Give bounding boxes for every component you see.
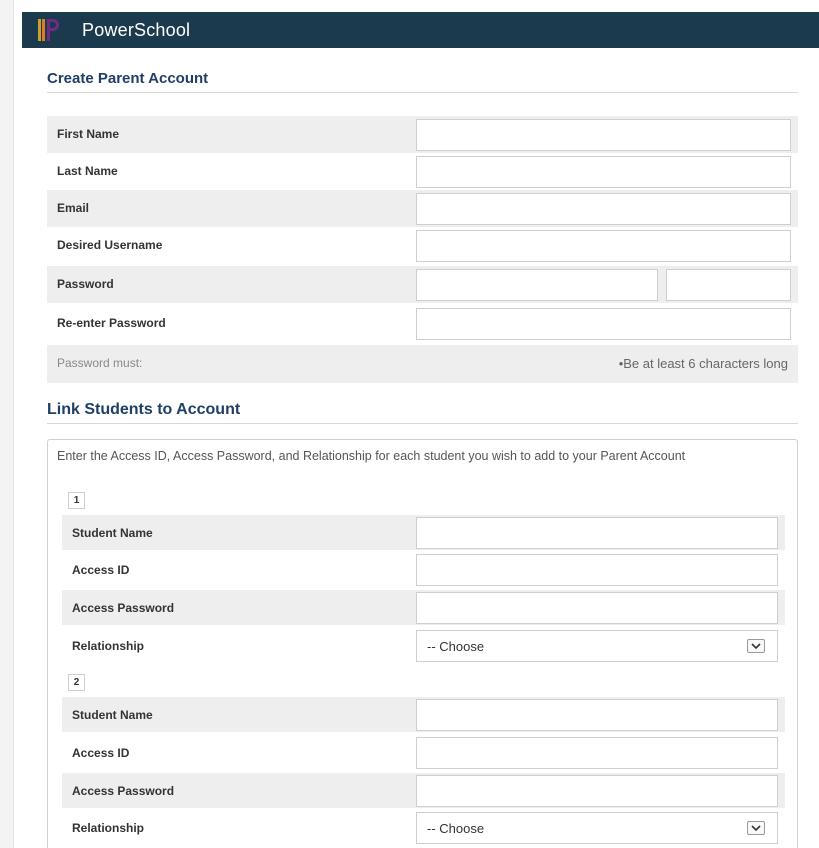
desired-username-label: Desired Username (57, 238, 163, 252)
student-name-label: Student Name (72, 708, 153, 722)
email-input[interactable] (416, 193, 791, 225)
chevron-down-icon[interactable] (747, 821, 765, 835)
access-id-input[interactable] (416, 554, 778, 586)
password-label: Password (57, 277, 114, 291)
access-password-label: Access Password (72, 601, 175, 615)
app-header: PowerSchool (22, 12, 819, 48)
student-name-input[interactable] (416, 517, 778, 549)
relationship-select[interactable]: -- Choose (416, 630, 778, 662)
access-id-label: Access ID (72, 746, 130, 760)
access-password-label: Access Password (72, 784, 175, 798)
last-name-label: Last Name (57, 164, 118, 178)
link-students-panel: Enter the Access ID, Access Password, an… (47, 439, 798, 848)
create-account-title: Create Parent Account (47, 70, 209, 87)
left-gutter (0, 0, 14, 848)
password-rule-text: •Be at least 6 characters long (618, 356, 788, 371)
chevron-down-icon[interactable] (747, 639, 765, 653)
reenter-password-label: Re-enter Password (57, 316, 166, 330)
section-divider (47, 92, 798, 93)
access-id-label: Access ID (72, 563, 130, 577)
student-name-input[interactable] (416, 699, 778, 731)
relationship-select[interactable]: -- Choose (416, 812, 778, 844)
desired-username-input[interactable] (416, 230, 791, 262)
relationship-selected-value: -- Choose (427, 821, 485, 836)
relationship-label: Relationship (72, 821, 145, 835)
student-number-badge: 2 (68, 674, 85, 691)
powerschool-logo-icon (38, 19, 59, 41)
access-password-input[interactable] (416, 592, 778, 624)
relationship-selected-value: -- Choose (427, 639, 485, 654)
student-name-label: Student Name (72, 526, 153, 540)
student-number-badge: 1 (68, 492, 85, 509)
link-students-instructions: Enter the Access ID, Access Password, an… (57, 449, 686, 463)
password-strength-field[interactable] (666, 269, 791, 301)
reenter-password-input[interactable] (416, 308, 791, 340)
password-rules-row: Password must: •Be at least 6 characters… (47, 345, 798, 383)
access-password-input[interactable] (416, 775, 778, 807)
first-name-input[interactable] (416, 119, 791, 151)
access-id-input[interactable] (416, 737, 778, 769)
password-rules-label: Password must: (57, 356, 143, 370)
brand-name: PowerSchool (82, 20, 191, 40)
relationship-label: Relationship (72, 639, 145, 653)
section-divider (47, 423, 798, 424)
first-name-label: First Name (57, 127, 120, 141)
link-students-title: Link Students to Account (47, 401, 241, 418)
last-name-input[interactable] (416, 156, 791, 188)
password-input[interactable] (416, 269, 658, 301)
email-label: Email (57, 201, 90, 215)
